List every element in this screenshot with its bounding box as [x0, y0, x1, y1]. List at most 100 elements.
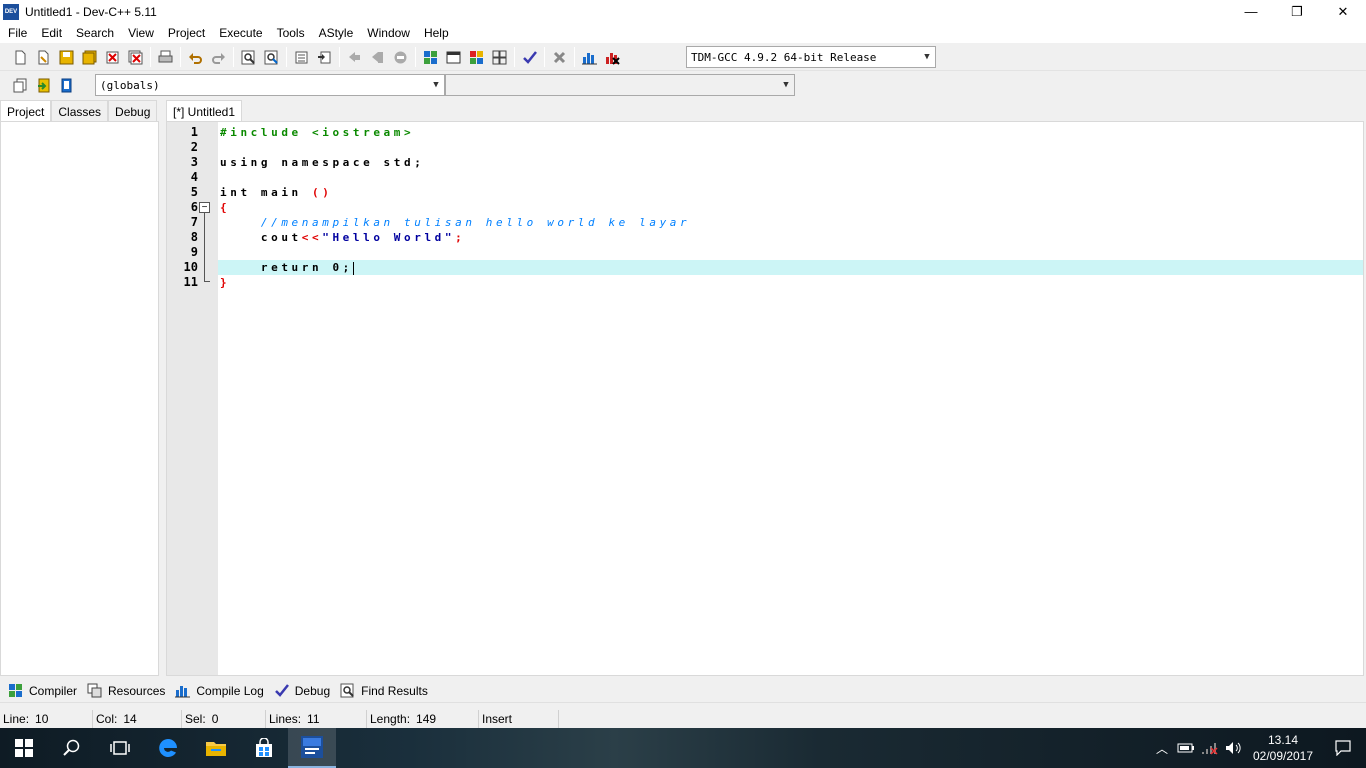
- find-results-icon: [340, 683, 354, 698]
- undo-button[interactable]: [184, 46, 207, 68]
- menu-project[interactable]: Project: [161, 23, 212, 43]
- search-button[interactable]: [48, 728, 96, 768]
- new-file-icon: [15, 50, 26, 64]
- menu-execute[interactable]: Execute: [212, 23, 269, 43]
- task-view-button[interactable]: [96, 728, 144, 768]
- tab-find-results[interactable]: Find Results: [335, 680, 433, 702]
- restore-button[interactable]: ❐: [1274, 0, 1320, 23]
- close-file-button[interactable]: [101, 46, 124, 68]
- compile-run-button[interactable]: [465, 46, 488, 68]
- unindent-button[interactable]: [313, 46, 336, 68]
- compiler-icon: [9, 684, 22, 697]
- add-to-project-button[interactable]: [32, 74, 55, 96]
- minimize-button[interactable]: —: [1228, 0, 1274, 23]
- save-button[interactable]: [55, 46, 78, 68]
- task-view-icon: [110, 741, 130, 755]
- battery-icon[interactable]: [1174, 742, 1198, 754]
- code-editor[interactable]: 1 #include <iostream> 2 3 using namespac…: [166, 121, 1364, 676]
- save-all-button[interactable]: [78, 46, 101, 68]
- compile-button[interactable]: [419, 46, 442, 68]
- taskbar-clock[interactable]: 13.14 02/09/2017: [1246, 732, 1320, 764]
- menu-view[interactable]: View: [121, 23, 161, 43]
- start-button[interactable]: [0, 728, 48, 768]
- tab-classes[interactable]: Classes: [51, 100, 109, 122]
- close-all-button[interactable]: [124, 46, 147, 68]
- menu-tools[interactable]: Tools: [270, 23, 312, 43]
- volume-icon[interactable]: [1222, 741, 1246, 755]
- compiler-select[interactable]: TDM-GCC 4.9.2 64-bit Release ▼: [686, 46, 936, 68]
- status-value: Insert: [482, 712, 513, 726]
- run-button[interactable]: [442, 46, 465, 68]
- menu-window[interactable]: Window: [360, 23, 417, 43]
- menu-file[interactable]: File: [1, 23, 34, 43]
- line-number: 3: [190, 155, 198, 169]
- project-options-icon: [61, 78, 72, 92]
- find-button[interactable]: [237, 46, 260, 68]
- code-line: 1 #include <iostream>: [167, 125, 1363, 140]
- chevron-down-icon: ▼: [433, 80, 439, 90]
- back-button[interactable]: [343, 46, 366, 68]
- compile-icon: [424, 50, 437, 64]
- line-number: 9: [190, 245, 198, 259]
- edge-browser-button[interactable]: [144, 728, 192, 768]
- toggle-bookmark-button[interactable]: [389, 46, 412, 68]
- panel-splitter[interactable]: [0, 702, 1366, 710]
- code-line: 3 using namespace std;: [167, 155, 1363, 170]
- store-button[interactable]: [240, 728, 288, 768]
- close-button[interactable]: ✕: [1320, 0, 1366, 23]
- menu-help[interactable]: Help: [417, 23, 456, 43]
- print-button[interactable]: [154, 46, 177, 68]
- forward-button[interactable]: [366, 46, 389, 68]
- network-disconnected-icon[interactable]: [1198, 741, 1222, 755]
- status-label: Sel:: [185, 712, 206, 726]
- window-title: Untitled1 - Dev-C++ 5.11: [25, 4, 157, 19]
- chevron-up-icon[interactable]: ︿: [1150, 740, 1174, 757]
- new-project-button[interactable]: [9, 74, 32, 96]
- tab-compile-log[interactable]: Compile Log: [170, 680, 268, 702]
- open-file-button[interactable]: [32, 46, 55, 68]
- chevron-down-icon: ▼: [783, 80, 789, 90]
- status-value: 14: [123, 712, 137, 726]
- status-bar: Line: 10 Col: 14 Sel: 0 Lines: 11 Length…: [0, 710, 1366, 728]
- rebuild-all-button[interactable]: [488, 46, 511, 68]
- tab-project[interactable]: Project: [0, 100, 52, 122]
- stop-execution-button[interactable]: [548, 46, 571, 68]
- menu-search[interactable]: Search: [69, 23, 121, 43]
- new-file-button[interactable]: [9, 46, 32, 68]
- windows-taskbar: ︿ 13.14 02/09/2017: [0, 728, 1366, 768]
- text-caret: [352, 261, 354, 275]
- menu-edit[interactable]: Edit: [34, 23, 69, 43]
- member-select[interactable]: ▼: [445, 74, 795, 96]
- chevron-down-icon: ▼: [924, 52, 930, 62]
- close-all-icon: [128, 50, 143, 64]
- scope-select[interactable]: (globals) ▼: [95, 74, 445, 96]
- redo-button[interactable]: [207, 46, 230, 68]
- code-string: "Hello World": [322, 231, 456, 244]
- back-arrow-icon: [349, 51, 360, 62]
- action-center-icon[interactable]: [1320, 740, 1366, 756]
- store-bag-icon: [256, 738, 272, 757]
- find-icon: [241, 50, 255, 64]
- menu-astyle[interactable]: AStyle: [312, 23, 361, 43]
- tab-debug-output[interactable]: Debug: [269, 680, 335, 702]
- devcpp-taskbar-button[interactable]: [288, 728, 336, 768]
- replace-button[interactable]: [260, 46, 283, 68]
- code-text: {: [220, 201, 231, 214]
- tab-debug[interactable]: Debug: [108, 100, 158, 122]
- indent-button[interactable]: [290, 46, 313, 68]
- delete-profile-button[interactable]: [601, 46, 624, 68]
- tab-resources[interactable]: Resources: [82, 680, 170, 702]
- devcpp-app-icon[interactable]: DEV: [3, 3, 19, 20]
- tab-compiler[interactable]: Compiler: [3, 680, 82, 702]
- syntax-check-button[interactable]: [518, 46, 541, 68]
- remove-from-project-button[interactable]: [55, 74, 78, 96]
- search-icon: [63, 739, 80, 756]
- editor-tab-untitled1[interactable]: [*] Untitled1: [166, 100, 243, 122]
- profile-button[interactable]: [578, 46, 601, 68]
- file-explorer-button[interactable]: [192, 728, 240, 768]
- status-col: Col: 14: [93, 710, 182, 728]
- project-browser-panel[interactable]: [0, 121, 159, 676]
- code-text: return 0;: [220, 260, 354, 275]
- folder-icon: [206, 742, 226, 756]
- fold-toggle[interactable]: −: [199, 202, 210, 213]
